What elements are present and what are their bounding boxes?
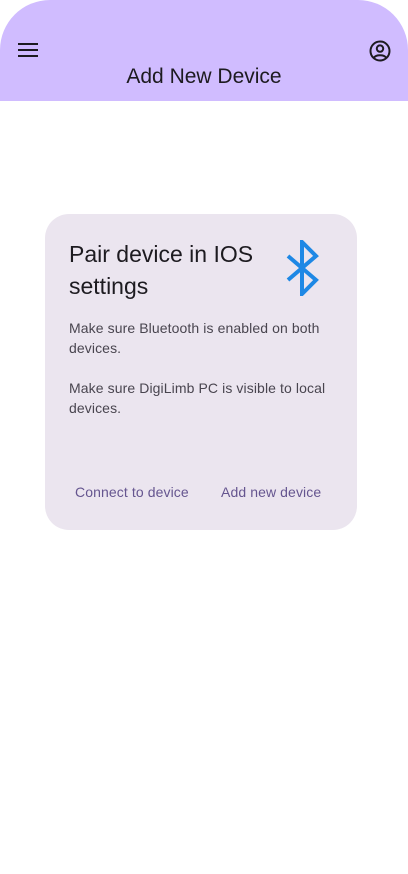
connect-to-device-button[interactable]: Connect to device bbox=[69, 472, 195, 512]
bluetooth-icon bbox=[286, 240, 319, 296]
menu-icon bbox=[18, 43, 38, 57]
pair-device-card: Pair device in IOS settings Make sure Bl… bbox=[45, 214, 357, 530]
top-app-bar: Add New Device bbox=[0, 0, 408, 101]
account-button[interactable] bbox=[366, 37, 394, 65]
visibility-instruction: Make sure DigiLimb PC is visible to loca… bbox=[69, 380, 326, 416]
page-title: Add New Device bbox=[126, 65, 282, 88]
card-title: Pair device in IOS settings bbox=[69, 241, 254, 299]
account-circle-icon bbox=[369, 40, 391, 62]
bluetooth-instruction: Make sure Bluetooth is enabled on both d… bbox=[69, 320, 320, 356]
add-new-device-button[interactable]: Add new device bbox=[215, 472, 327, 512]
menu-button[interactable] bbox=[14, 36, 42, 64]
